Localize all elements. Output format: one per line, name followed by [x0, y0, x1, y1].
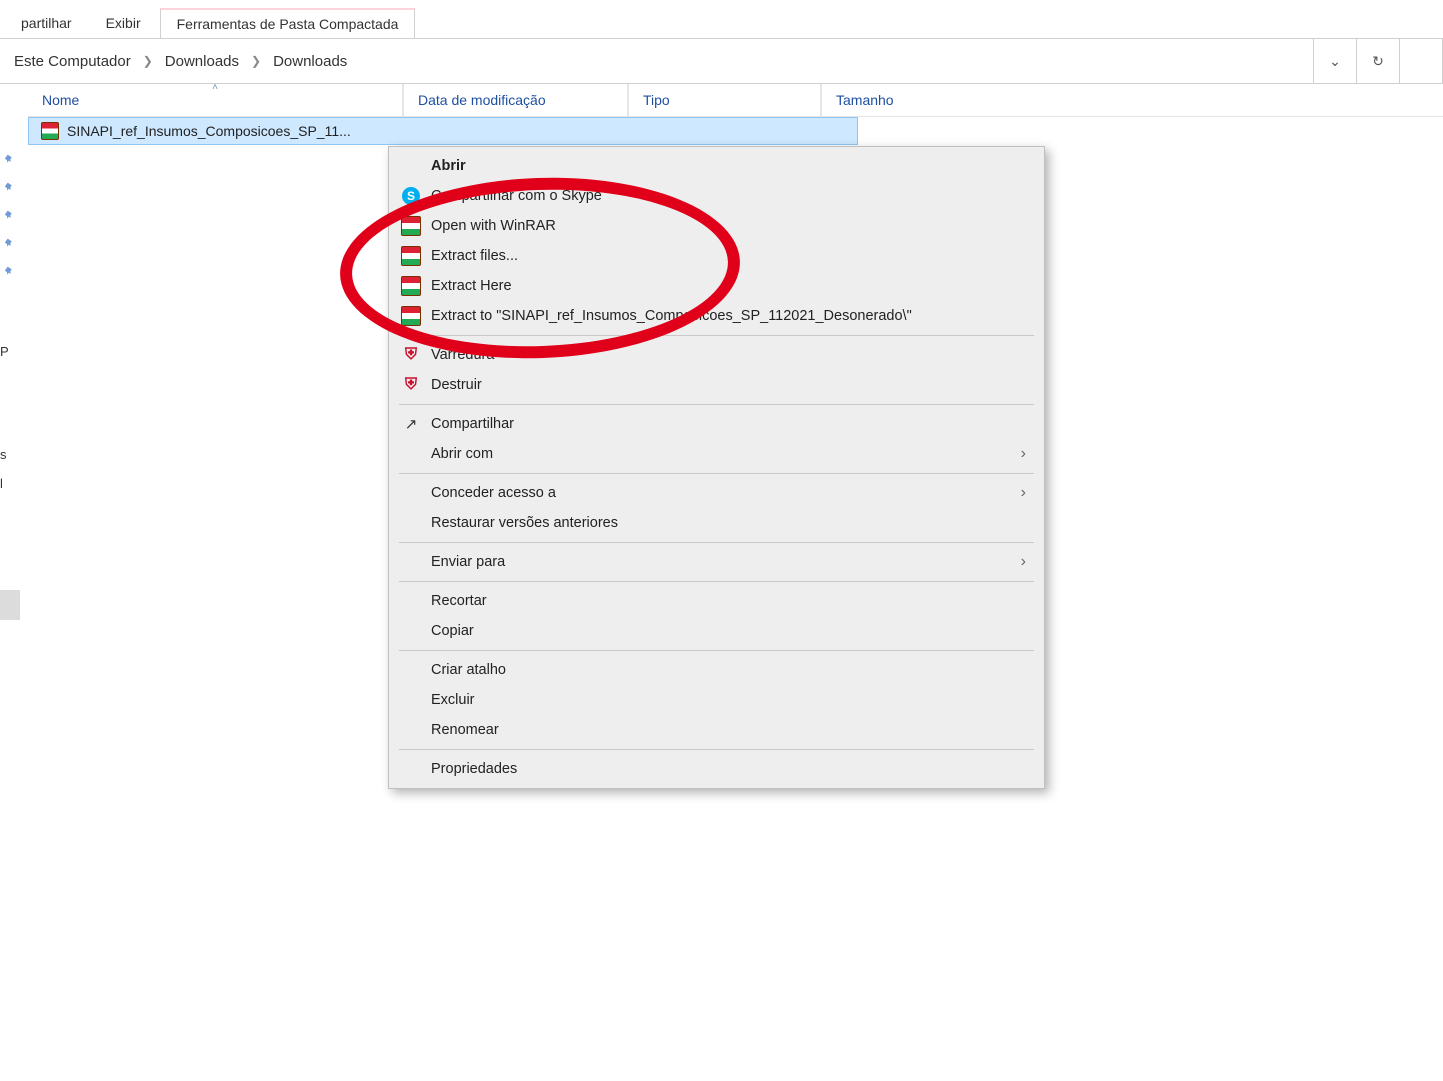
nav-label-fragment[interactable]: l [0, 476, 18, 491]
menu-item-extract-to-label: Extract to "SINAPI_ref_Insumos_Composico… [431, 308, 1026, 324]
menu-item-send-to[interactable]: Enviar para › [389, 547, 1044, 577]
breadcrumbs[interactable]: Este Computador ❯ Downloads ❯ Downloads [0, 39, 1313, 83]
menu-item-properties-label: Propriedades [431, 761, 1026, 777]
chevron-right-icon: ❯ [143, 54, 153, 68]
address-bar: Este Computador ❯ Downloads ❯ Downloads … [0, 39, 1443, 84]
menu-separator [399, 335, 1034, 336]
menu-separator [399, 404, 1034, 405]
refresh-icon: ↻ [1372, 53, 1384, 70]
nav-label-fragment[interactable]: P [0, 344, 18, 359]
menu-item-scan-label: Varredura [431, 347, 1026, 363]
chevron-right-icon: ❯ [251, 54, 261, 68]
sort-caret-icon: ˄ [212, 82, 218, 93]
address-controls: ⌄ ↻ [1313, 39, 1443, 83]
menu-item-shred[interactable]: ⛨ Destruir [389, 370, 1044, 400]
menu-separator [399, 542, 1034, 543]
column-header-size[interactable]: Tamanho [821, 84, 962, 116]
nav-pane-sliver: P s l [0, 120, 20, 850]
file-row-selected[interactable]: SINAPI_ref_Insumos_Composicoes_SP_11... [28, 117, 858, 145]
file-name-label: SINAPI_ref_Insumos_Composicoes_SP_11... [67, 123, 857, 139]
column-header-name-label: Nome [42, 92, 79, 108]
column-headers: ˄ Nome Data de modificação Tipo Tamanho [28, 84, 1443, 117]
ribbon-tabs: partilhar Exibir Ferramentas de Pasta Co… [0, 0, 1443, 39]
menu-item-rename-label: Renomear [431, 722, 1026, 738]
menu-item-open-winrar[interactable]: Open with WinRAR [389, 211, 1044, 241]
menu-item-cut[interactable]: Recortar [389, 586, 1044, 616]
menu-item-open-winrar-label: Open with WinRAR [431, 218, 1026, 234]
menu-item-rename[interactable]: Renomear [389, 715, 1044, 745]
nav-label-fragment[interactable]: s [0, 447, 18, 462]
menu-item-share-skype-label: Compartilhar com o Skype [431, 188, 1026, 204]
menu-item-share-skype[interactable]: S Compartilhar com o Skype [389, 181, 1044, 211]
menu-item-extract-to[interactable]: Extract to "SINAPI_ref_Insumos_Composico… [389, 301, 1044, 331]
menu-separator [399, 650, 1034, 651]
menu-item-delete[interactable]: Excluir [389, 685, 1044, 715]
submenu-arrow-icon: › [1021, 484, 1026, 502]
menu-item-open-label: Abrir [431, 158, 1026, 174]
rar-file-icon [41, 122, 59, 140]
breadcrumb-this-pc[interactable]: Este Computador [8, 49, 137, 74]
menu-item-restore-versions-label: Restaurar versões anteriores [431, 515, 1026, 531]
context-menu: Abrir S Compartilhar com o Skype Open wi… [388, 146, 1045, 789]
pin-icon [1, 149, 17, 165]
winrar-icon [401, 216, 421, 236]
menu-item-copy[interactable]: Copiar [389, 616, 1044, 646]
share-icon: ↗ [401, 414, 421, 434]
column-header-name[interactable]: ˄ Nome [28, 84, 403, 116]
menu-item-extract-here-label: Extract Here [431, 278, 1026, 294]
menu-item-share[interactable]: ↗ Compartilhar [389, 409, 1044, 439]
column-header-type[interactable]: Tipo [628, 84, 821, 116]
menu-item-delete-label: Excluir [431, 692, 1026, 708]
menu-item-extract-files-label: Extract files... [431, 248, 1026, 264]
menu-item-restore-versions[interactable]: Restaurar versões anteriores [389, 508, 1044, 538]
menu-separator [399, 749, 1034, 750]
refresh-button[interactable]: ↻ [1356, 39, 1399, 83]
submenu-arrow-icon: › [1021, 445, 1026, 463]
menu-item-copy-label: Copiar [431, 623, 1026, 639]
ribbon-tab-share[interactable]: partilhar [4, 8, 89, 38]
mcafee-icon: ⛨ [401, 345, 421, 365]
address-right-spacer [1399, 39, 1443, 83]
address-dropdown-button[interactable]: ⌄ [1313, 39, 1356, 83]
pin-icon [1, 233, 17, 249]
breadcrumb-downloads-1[interactable]: Downloads [159, 49, 245, 74]
menu-item-give-access[interactable]: Conceder acesso a › [389, 478, 1044, 508]
menu-item-properties[interactable]: Propriedades [389, 754, 1044, 784]
chevron-down-icon: ⌄ [1329, 53, 1341, 70]
winrar-icon [401, 306, 421, 326]
submenu-arrow-icon: › [1021, 553, 1026, 571]
menu-item-open[interactable]: Abrir [389, 151, 1044, 181]
nav-scroll-thumb[interactable] [0, 590, 20, 620]
pin-icon [1, 205, 17, 221]
menu-separator [399, 473, 1034, 474]
menu-item-create-shortcut[interactable]: Criar atalho [389, 655, 1044, 685]
winrar-icon [401, 246, 421, 266]
menu-item-create-shortcut-label: Criar atalho [431, 662, 1026, 678]
menu-item-open-with-label: Abrir com [431, 446, 1013, 462]
file-list: SINAPI_ref_Insumos_Composicoes_SP_11... [28, 117, 1443, 145]
menu-item-send-to-label: Enviar para [431, 554, 1013, 570]
menu-item-extract-here[interactable]: Extract Here [389, 271, 1044, 301]
column-header-date[interactable]: Data de modificação [403, 84, 628, 116]
menu-item-open-with[interactable]: Abrir com › [389, 439, 1044, 469]
ribbon-tab-view[interactable]: Exibir [89, 8, 158, 38]
column-header-type-label: Tipo [643, 92, 670, 108]
menu-item-cut-label: Recortar [431, 593, 1026, 609]
column-header-date-label: Data de modificação [418, 92, 546, 108]
pin-icon [1, 177, 17, 193]
pin-icon [1, 261, 17, 277]
menu-separator [399, 581, 1034, 582]
menu-item-shred-label: Destruir [431, 377, 1026, 393]
column-header-size-label: Tamanho [836, 92, 894, 108]
winrar-icon [401, 276, 421, 296]
ribbon-tab-compressed-tools[interactable]: Ferramentas de Pasta Compactada [160, 8, 416, 38]
menu-item-extract-files[interactable]: Extract files... [389, 241, 1044, 271]
menu-item-give-access-label: Conceder acesso a [431, 485, 1013, 501]
breadcrumb-downloads-2[interactable]: Downloads [267, 49, 353, 74]
menu-item-share-label: Compartilhar [431, 416, 1026, 432]
menu-item-scan[interactable]: ⛨ Varredura [389, 340, 1044, 370]
skype-icon: S [401, 186, 421, 206]
mcafee-icon: ⛨ [401, 375, 421, 395]
